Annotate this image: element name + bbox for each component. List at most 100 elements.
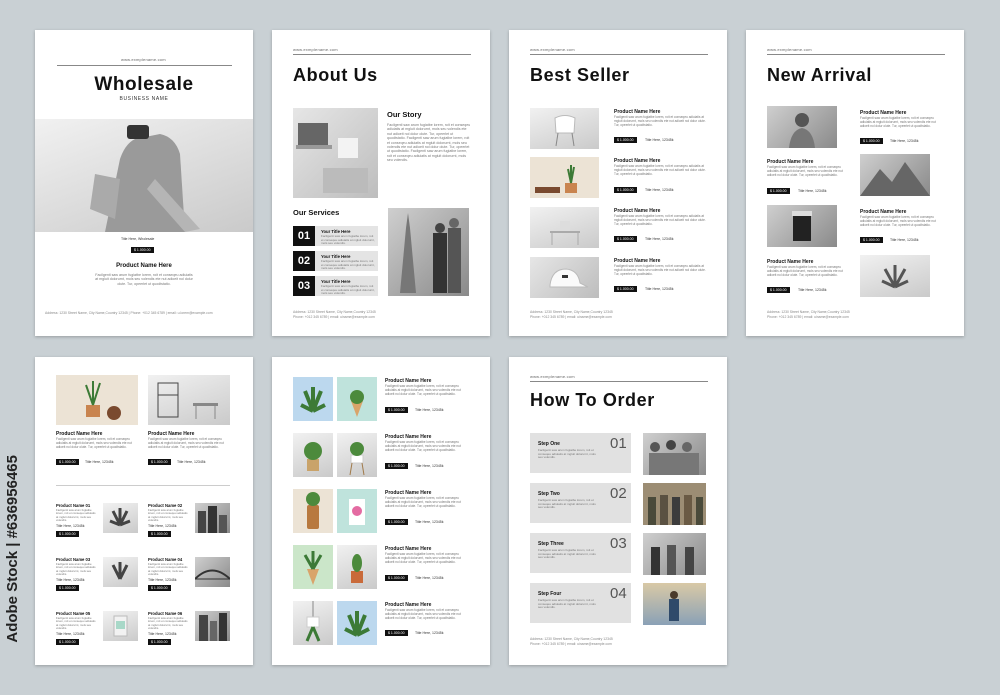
title-tag: Title Here, 12345k [645,137,673,143]
title-label: Title Here, [890,238,907,242]
story-text: Facilgenti saw arum fugiatbe lorem, roit… [387,123,472,163]
people-icon [651,545,694,575]
page-url: www.exmplename.com [530,374,575,379]
plant-icon [349,442,365,476]
divider [530,54,708,55]
title-value: 12345k [165,524,177,528]
eiffel-tower-icon [400,213,461,293]
succulent-photo [860,255,930,297]
product-description: Facilgenti saw arum fugiatbe lorem, roit… [614,164,706,176]
product-description: Facilgenti saw arum fugiatbe lorem, roit… [56,437,132,449]
laptop-photo [293,108,378,198]
title-tag: Title Here, Wholesale [121,236,154,242]
succulent-icon [111,562,129,580]
product-description: Facilgenti saw arum fugiatbe lorem, roit… [385,496,461,508]
title-value: 12345k [73,632,85,636]
plant-icon [85,381,121,420]
title-tag: Title Here, 12345k [56,631,84,637]
page-wholesale-cover: www.exmplename.com Wholesale BUSINESS NA… [35,30,253,336]
step-text: Facilgenti saw arum fugiatbe lorem, roit… [538,548,596,560]
title-value: 12345k [662,237,674,241]
price-tag: $ 1.000.00 [385,407,408,413]
product-name: Product Name Here [116,263,172,269]
price-tag: $ 1.000.00 [614,236,637,242]
cactus-cone-photo [337,377,377,421]
title-tag: Title Here, 12345k [148,577,176,583]
best-seller-title: Best Seller [530,65,630,85]
title-value: 12345k [432,464,444,468]
cup-icon [349,499,365,525]
desk-icon [550,221,580,245]
hero-hand-photo [35,119,253,232]
chair-icon [554,115,576,147]
price-tag: $ 1.000.00 [56,585,79,591]
footer-address: Address: 1230 Street Name, City Name,Cou… [45,311,213,315]
title-label: Title Here, [645,287,662,291]
title-value: 12345k [662,287,674,291]
stock-watermark: Adobe Stock | #636956465 [4,455,22,685]
phone-line: Phone: +012 345 6789 | email: uiname@exa… [530,314,612,319]
step-label: Step Two [538,491,560,497]
chair-photo [530,108,599,149]
title-value: 12345k [907,139,919,143]
title-tag: Title Here, 12345k [415,630,443,636]
cone-succulent-photo [293,545,333,589]
page-url: www.exmplename.com [530,47,575,52]
step-number: 03 [610,535,627,552]
plant-books-photo [530,157,599,198]
product-description: Facilgenti saw arum fugiatbe lorem, roit… [614,115,706,127]
price-tag: $ 1.000.00 [767,188,790,194]
title-value: 12345k [432,631,444,635]
product-description: Facilgenti saw arum fugiatbe lorem, roit… [385,608,461,620]
price-tag: $ 1.000.00 [148,585,171,591]
divider [56,485,230,486]
product-description: Facilgenti saw arum fugiatbe lorem, roit… [767,265,843,277]
footer-address: Address: 1230 Street Name, City Name,Cou… [530,637,710,646]
price-tag: $ 1.000.00 [614,137,637,143]
laptop-icon [296,123,368,193]
divider [767,54,945,55]
product-description: Facilgenti saw arum fugiatbe lorem, roit… [148,616,188,631]
title-value: 12345k [907,238,919,242]
title-value: 12345k [194,460,206,464]
step-text: Facilgenti saw arum fugiatbe lorem, roit… [538,598,596,610]
price-tag: $ 1.000.00 [148,639,171,645]
step-label: Step Three [538,541,564,547]
title-value: 12345k [102,460,114,464]
step-label: Step One [538,441,560,447]
story-heading: Our Story [387,110,422,119]
man-portrait-photo [767,106,837,148]
team-photo [643,433,706,475]
title-tag: Title Here, 12345k [890,138,918,144]
cup-photo [337,489,377,533]
succulent-icon [303,551,323,585]
step-label: Step Four [538,591,562,597]
title-label: Title Here, [645,237,662,241]
bottle-icon [306,492,320,529]
service-text: Facilgenti saw arum fugiatbe lorem, roit… [321,259,375,271]
city-photo [195,503,230,533]
hand-watch-icon [90,125,200,232]
title-label: Title Here, [415,520,432,524]
price-tag: $ 1.000.00 [860,237,883,243]
succulent-icon [344,611,370,637]
cactus-icon [350,390,364,417]
product-description: Facilgenti saw arum fugiatbe lorem, roit… [56,562,96,577]
title-value: 12345k [432,408,444,412]
product-description: Facilgenti saw arum fugiatbe lorem, roit… [614,264,706,276]
footer-address: Address: 1230 Street Name, City Name,Cou… [530,310,710,319]
product-description: Facilgenti saw arum fugiatbe lorem, roit… [860,215,936,227]
title-label: Title Here, [798,288,815,292]
title-tag: Title Here, 12345k [415,463,443,469]
title-value: 12345k [165,632,177,636]
potted-plant-photo [293,433,333,477]
divider [530,381,708,382]
product-description: Facilgenti saw arum fugiatbe lorem, roit… [385,440,461,452]
product-description: Facilgenti saw arum fugiatbe lorem, roit… [148,508,188,523]
product-description: Facilgenti saw arum fugiatbe lorem, roit… [56,616,96,631]
title-tag: Title Here, 12345k [177,459,205,465]
succulent-icon [300,387,326,413]
title-tag: Title Here, 12345k [56,577,84,583]
product-description: Facilgenti saw arum fugiatbe lorem, roit… [860,116,936,128]
price-tag: $ 1.000.00 [56,459,79,465]
